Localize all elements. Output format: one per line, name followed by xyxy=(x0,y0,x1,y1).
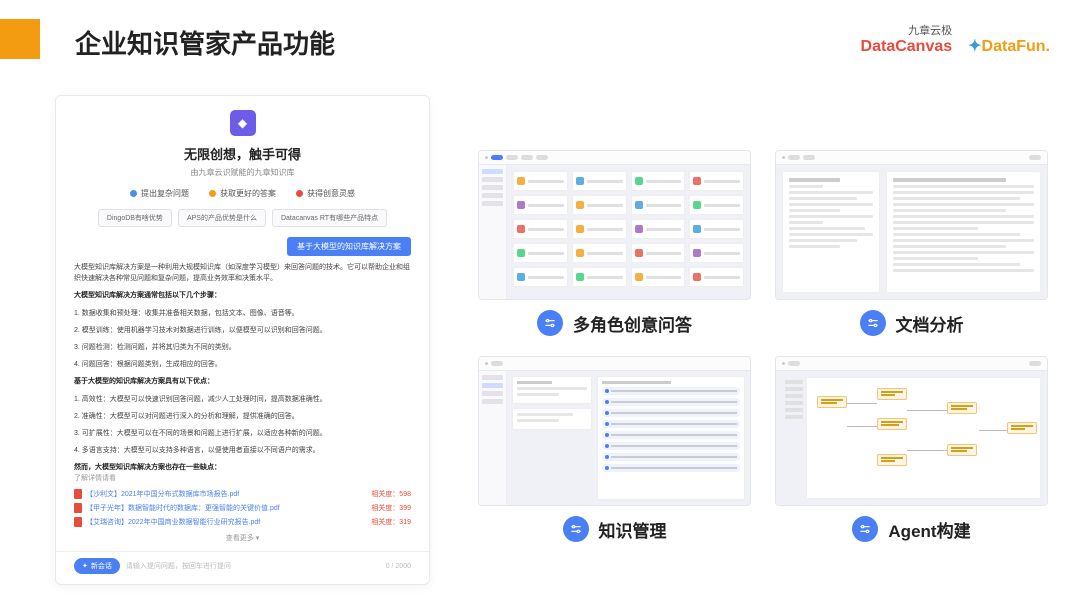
answer-body: 大模型知识库解决方案是一种利用大规模知识库（如深度学习模型）来回答问题的技术。它… xyxy=(56,262,429,473)
sliders-icon xyxy=(852,516,878,542)
plus-icon: ✦ xyxy=(82,562,88,570)
feature-row: 提出复杂问题 获取更好的答案 获得创意灵感 xyxy=(56,188,429,199)
dot-icon xyxy=(130,190,137,197)
datafun-logo: ✦DataFun. xyxy=(968,36,1050,56)
feat-2: 获取更好的答案 xyxy=(209,188,276,199)
feature-agent: Agent构建 xyxy=(775,356,1048,542)
feature-label: 文档分析 xyxy=(896,311,964,336)
feature-screenshot xyxy=(478,356,751,506)
feature-grid: 多角色创意问答 文档分析 xyxy=(478,150,1048,542)
file-row[interactable]: 【甲子光年】数据智能时代的数据库：更强智能的关键价值.pdf相关度：399 xyxy=(74,501,411,515)
show-more[interactable]: 查看更多 ▾ xyxy=(56,529,429,551)
sliders-icon xyxy=(860,310,886,336)
pdf-icon xyxy=(74,517,82,527)
dot-icon xyxy=(296,190,303,197)
feature-doc: 文档分析 xyxy=(775,150,1048,336)
topic-tag[interactable]: 基于大模型的知识库解决方案 xyxy=(287,237,411,256)
feature-label: 知识管理 xyxy=(599,517,667,542)
app-logo-icon: ◆ xyxy=(230,110,256,136)
demo-title: 无限创想，触手可得 xyxy=(56,144,429,163)
chip-1[interactable]: DingoDB有啥优势 xyxy=(98,209,172,227)
new-session-button[interactable]: ✦新会话 xyxy=(74,558,120,574)
feature-screenshot xyxy=(775,356,1048,506)
feature-screenshot xyxy=(775,150,1048,300)
chip-3[interactable]: Datacanvas RT有哪些产品特点 xyxy=(272,209,387,227)
suggestion-chips: DingoDB有啥优势 APS的产品优势是什么 Datacanvas RT有哪些… xyxy=(56,209,429,227)
demo-subtitle: 由九章云识赋能的九章知识库 xyxy=(56,167,429,178)
feature-label: 多角色创意问答 xyxy=(573,311,692,336)
feat-3: 获得创意灵感 xyxy=(296,188,355,199)
feature-qa: 多角色创意问答 xyxy=(478,150,751,336)
logo-area: 九章云极DataCanvas ✦DataFun. xyxy=(861,22,1050,56)
feature-label: Agent构建 xyxy=(888,517,970,542)
pdf-icon xyxy=(74,489,82,499)
sliders-icon xyxy=(537,310,563,336)
file-row[interactable]: 【沙利文】2021年中国分布式数据库市场报告.pdf相关度：598 xyxy=(74,487,411,501)
qa-demo-card: ◆ 无限创想，触手可得 由九章云识赋能的九章知识库 提出复杂问题 获取更好的答案… xyxy=(55,95,430,585)
datacanvas-logo: 九章云极DataCanvas xyxy=(861,22,953,56)
chip-2[interactable]: APS的产品优势是什么 xyxy=(178,209,266,227)
pdf-icon xyxy=(74,503,82,513)
accent-block xyxy=(0,19,40,59)
reference-files: 了解详情请看 【沙利文】2021年中国分布式数据库市场报告.pdf相关度：598… xyxy=(56,473,429,529)
dot-icon xyxy=(209,190,216,197)
input-row: ✦新会话 请输入提问问题，按回车进行提问 0 / 2000 xyxy=(56,551,429,584)
file-row[interactable]: 【艾瑞咨询】2022年中国商业数据智能行业研究报告.pdf相关度：319 xyxy=(74,515,411,529)
feat-1: 提出复杂问题 xyxy=(130,188,189,199)
sliders-icon xyxy=(563,516,589,542)
feature-km: 知识管理 xyxy=(478,356,751,542)
files-label: 了解详情请看 xyxy=(74,473,411,483)
char-count: 0 / 2000 xyxy=(386,563,411,570)
page-title: 企业知识管家产品功能 xyxy=(75,24,335,61)
feature-screenshot xyxy=(478,150,751,300)
prompt-input[interactable]: 请输入提问问题，按回车进行提问 xyxy=(126,561,380,571)
